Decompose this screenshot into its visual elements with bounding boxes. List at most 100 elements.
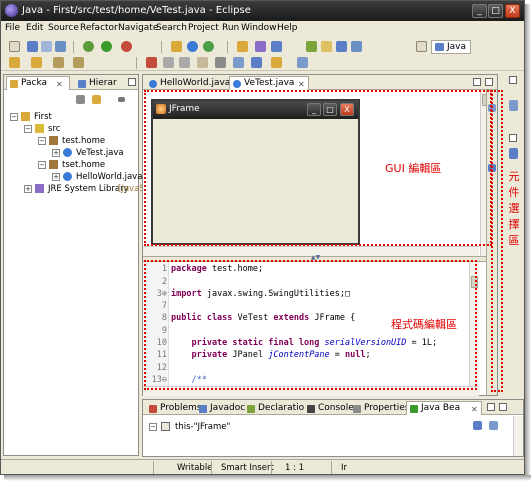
- open-perspective-icon[interactable]: [416, 41, 427, 52]
- link-with-editor-icon[interactable]: [92, 95, 101, 104]
- java-perspective-icon: [435, 43, 444, 51]
- save-all-icon[interactable]: [55, 41, 66, 52]
- beans-vertical-scrollbar[interactable]: [513, 416, 523, 456]
- customize-layout-icon[interactable]: [271, 57, 282, 68]
- expand-icon[interactable]: +: [52, 149, 60, 157]
- perspective-java[interactable]: Java: [431, 40, 471, 54]
- beans-toolbar-icon[interactable]: [473, 421, 482, 430]
- expand-icon[interactable]: +: [52, 173, 60, 181]
- new-class-icon[interactable]: [187, 41, 198, 52]
- tab-javadoc[interactable]: Javadoc: [195, 401, 245, 415]
- layout-icon[interactable]: [233, 57, 244, 68]
- print-icon[interactable]: [41, 41, 52, 52]
- menu-file[interactable]: File: [5, 23, 20, 33]
- tab-vetest-java[interactable]: VeTest.java ✕: [229, 76, 309, 90]
- close-icon[interactable]: ✕: [56, 78, 63, 91]
- expand-icon[interactable]: +: [24, 185, 32, 193]
- collapse-icon[interactable]: −: [149, 423, 157, 431]
- menu-navigate[interactable]: Navigate: [118, 23, 158, 33]
- tab-label: Packa: [21, 78, 48, 88]
- paste-icon[interactable]: [197, 57, 208, 68]
- status-extra: Ir: [341, 463, 348, 473]
- new-icon[interactable]: [9, 41, 20, 52]
- tab-problems[interactable]: Problems: [145, 401, 201, 415]
- menu-edit[interactable]: Edit: [26, 23, 43, 33]
- jframe-bean-icon: [161, 422, 170, 431]
- close-icon[interactable]: ✕: [471, 403, 478, 416]
- tab-hierarchy[interactable]: Hierar: [74, 76, 126, 90]
- palette-label: 元 件 選 擇 區: [508, 170, 520, 247]
- title-bar[interactable]: Java - First/src/test/home/VeTest.java -…: [1, 1, 524, 21]
- maximize-button[interactable]: □: [488, 4, 503, 18]
- java-beans-icon[interactable]: [509, 148, 518, 159]
- tab-declaration[interactable]: Declaratio: [243, 401, 304, 415]
- open-resource-icon[interactable]: [255, 41, 266, 52]
- annotation-prev-icon[interactable]: [31, 57, 42, 68]
- pin-icon[interactable]: [306, 41, 317, 52]
- save-icon[interactable]: [27, 41, 38, 52]
- collapse-icon[interactable]: −: [10, 113, 18, 121]
- debug-icon[interactable]: [83, 41, 94, 52]
- menu-run[interactable]: Run: [222, 23, 239, 33]
- highlight-icon[interactable]: [321, 41, 332, 52]
- tab-properties[interactable]: Properties: [349, 401, 409, 415]
- open-type-icon[interactable]: [237, 41, 248, 52]
- menu-project[interactable]: Project: [188, 23, 219, 33]
- menu-search[interactable]: Search: [156, 23, 187, 33]
- bottom-tabbar: Problems Javadoc Declaratio Console Prop…: [143, 400, 523, 415]
- tab-package-explorer[interactable]: Packa ✕: [6, 76, 70, 90]
- status-cursor-position: 1 : 1: [285, 463, 305, 473]
- minimize-editor-icon[interactable]: [473, 78, 481, 86]
- copy-icon[interactable]: [179, 57, 190, 68]
- close-button[interactable]: X: [505, 4, 520, 18]
- java-file-icon: [63, 148, 72, 157]
- project-icon: [21, 112, 30, 121]
- beans-collapse-icon[interactable]: [489, 421, 498, 430]
- menu-source[interactable]: Source: [48, 23, 79, 33]
- show-grid-icon[interactable]: [251, 57, 262, 68]
- collapse-icon[interactable]: −: [38, 137, 46, 145]
- search-icon[interactable]: [271, 41, 282, 52]
- show-whitespace-icon[interactable]: [351, 41, 362, 52]
- package-icon: [49, 160, 58, 169]
- minimize-bottom-icon[interactable]: [487, 403, 495, 411]
- delete-icon[interactable]: [146, 57, 157, 68]
- java-file-icon: [233, 80, 241, 88]
- tab-console[interactable]: Console: [303, 401, 354, 415]
- menu-bar: File Edit Source Refactor Navigate Searc…: [1, 21, 524, 36]
- run-icon[interactable]: [101, 41, 112, 52]
- new-java-project-icon[interactable]: [203, 41, 214, 52]
- tab-helloworld-java[interactable]: HelloWorld.java: [145, 76, 230, 90]
- outline-icon[interactable]: [509, 100, 518, 111]
- block-selection-icon[interactable]: [336, 41, 347, 52]
- maximize-bottom-icon[interactable]: [499, 403, 507, 411]
- properties-icon[interactable]: [297, 57, 308, 68]
- minimize-button[interactable]: _: [472, 4, 487, 18]
- hierarchy-icon: [78, 80, 86, 88]
- restore-icon[interactable]: [509, 76, 517, 84]
- restore-palette-icon[interactable]: [509, 134, 517, 142]
- code-editor-label: 程式碼編輯區: [391, 318, 457, 331]
- menu-window[interactable]: Window: [241, 23, 277, 33]
- external-tools-icon[interactable]: [121, 41, 132, 52]
- view-menu-icon[interactable]: [118, 97, 125, 102]
- tree-label: HelloWorld.java: [76, 172, 143, 182]
- new-package-icon[interactable]: [171, 41, 182, 52]
- annotation-next-icon[interactable]: [9, 57, 20, 68]
- java-file-icon: [149, 80, 157, 88]
- collapse-icon[interactable]: −: [24, 125, 32, 133]
- minimize-view-icon[interactable]: [128, 78, 136, 86]
- align-icon[interactable]: [215, 57, 226, 68]
- collapse-all-icon[interactable]: [76, 95, 85, 104]
- menu-refactor[interactable]: Refactor: [80, 23, 118, 33]
- status-bar: Writable Smart Insert 1 : 1 Ir: [1, 459, 524, 474]
- tab-java-beans[interactable]: Java Bea ✕: [406, 401, 482, 415]
- forward-icon[interactable]: [73, 57, 84, 68]
- library-icon: [35, 184, 44, 193]
- menu-help[interactable]: Help: [277, 23, 298, 33]
- cut-icon[interactable]: [163, 57, 174, 68]
- back-icon[interactable]: [53, 57, 64, 68]
- perspective-label: Java: [447, 42, 467, 52]
- collapse-icon[interactable]: −: [38, 161, 46, 169]
- maximize-editor-icon[interactable]: [485, 78, 493, 86]
